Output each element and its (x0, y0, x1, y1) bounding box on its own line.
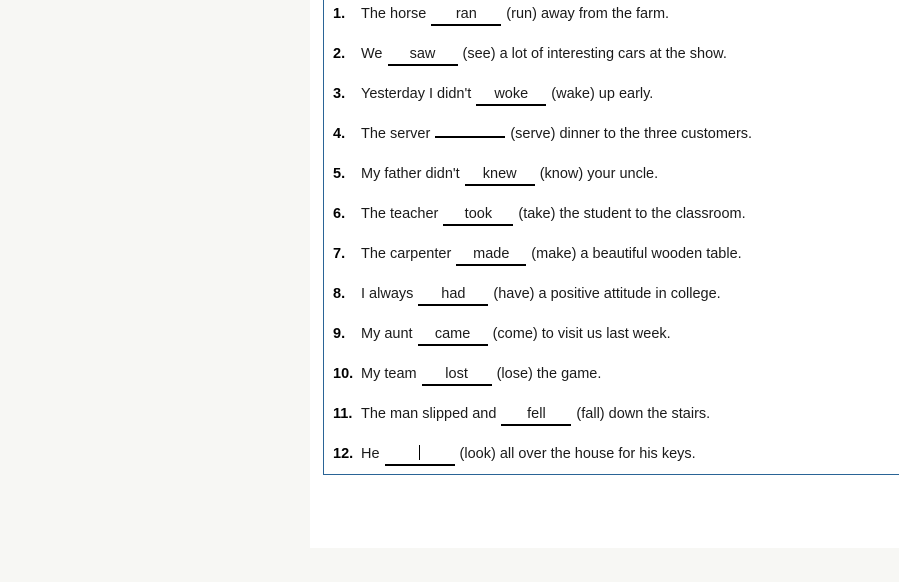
answer-blank[interactable]: fell (501, 404, 572, 426)
answer-blank-value: woke (494, 86, 529, 102)
answer-blank[interactable]: had (418, 284, 489, 306)
answer-blank[interactable]: came (417, 324, 488, 346)
sentence-suffix: (serve) dinner to the three customers. (510, 126, 753, 142)
sentence-prefix: My team (361, 366, 417, 382)
answer-blank-value: came (434, 326, 471, 342)
sentence-prefix: The teacher (361, 206, 439, 222)
sentence-suffix: (make) a beautiful wooden table. (531, 246, 742, 262)
answer-blank[interactable]: ran (431, 4, 502, 26)
sentence-suffix: (come) to visit us last week. (492, 326, 671, 342)
content-card: 1. The horse ran (run) away from the farm. 2… (310, 0, 899, 548)
answer-blank-value: had (441, 286, 466, 302)
exercise-item: 9. My aunt came (come) to visit us last wee… (324, 314, 899, 354)
answer-blank-value: knew (482, 166, 517, 182)
answer-blank-value: saw (409, 46, 436, 62)
item-number: 7. (333, 246, 346, 262)
item-number: 8. (333, 286, 346, 302)
sentence-prefix: I always (361, 286, 414, 302)
item-number: 5. (333, 166, 346, 182)
exercise-item: 11. The man slipped and fell (fall) down th… (324, 394, 899, 434)
item-number: 10. (333, 366, 354, 382)
answer-blank[interactable]: saw (387, 44, 458, 66)
item-number: 6. (333, 206, 346, 222)
item-number: 3. (333, 86, 346, 102)
exercise-item: 5. My father didn't knew (know) your uncle. (324, 154, 899, 194)
text-cursor-icon (419, 445, 421, 460)
answer-blank-value: lost (445, 366, 468, 382)
exercise-item: 4. The server (serve) dinner to the three … (324, 114, 899, 154)
sentence-suffix: (wake) up early. (551, 86, 654, 102)
answer-blank[interactable]: knew (464, 164, 535, 186)
exercise-item: 2. We saw (see) a lot of interesting cars a… (324, 34, 899, 74)
sentence-suffix: (know) your uncle. (539, 166, 659, 182)
item-number: 12. (333, 446, 354, 462)
answer-blank[interactable]: took (443, 204, 514, 226)
sentence-prefix: The man slipped and (361, 406, 497, 422)
exercise-item: 12. He (look) all over the house for his k… (324, 434, 899, 474)
answer-blank-value (385, 444, 455, 464)
sentence-suffix: (take) the student to the classroom. (518, 206, 746, 222)
exercise-item: 6. The teacher took (take) the student to t… (324, 194, 899, 234)
sentence-prefix: The horse (361, 6, 427, 22)
sentence-prefix: The carpenter (361, 246, 452, 262)
exercise-item: 1. The horse ran (run) away from the farm. (324, 0, 899, 34)
exercise-item: 7. The carpenter made (make) a beautiful wo… (324, 234, 899, 274)
answer-blank[interactable]: woke (476, 84, 547, 106)
answer-blank[interactable] (384, 444, 455, 466)
answer-blank[interactable]: made (456, 244, 527, 266)
answer-blank-value: fell (527, 406, 546, 422)
item-number: 11. (333, 406, 353, 422)
item-number: 1. (333, 6, 346, 22)
sentence-prefix: My aunt (361, 326, 413, 342)
exercise-item: 3. Yesterday I didn't woke (wake) up early. (324, 74, 899, 114)
answer-blank[interactable] (435, 116, 506, 138)
sentence-suffix: (fall) down the stairs. (576, 406, 711, 422)
answer-blank-value: took (464, 206, 493, 222)
exercise-list: 1. The horse ran (run) away from the farm. 2… (324, 0, 899, 474)
exercise-item: 10. My team lost (lose) the game. (324, 354, 899, 394)
sentence-prefix: We (361, 46, 383, 62)
exercise-panel: 1. The horse ran (run) away from the farm. 2… (323, 0, 899, 475)
answer-blank-value: made (473, 246, 510, 262)
sentence-suffix: (lose) the game. (496, 366, 602, 382)
sentence-prefix: He (361, 446, 380, 462)
answer-blank[interactable]: lost (421, 364, 492, 386)
sentence-suffix: (look) all over the house for his keys. (459, 446, 696, 462)
answer-blank-value: ran (455, 6, 477, 22)
item-number: 2. (333, 46, 346, 62)
sentence-suffix: (run) away from the farm. (506, 6, 670, 22)
sentence-suffix: (have) a positive attitude in college. (493, 286, 721, 302)
item-number: 9. (333, 326, 346, 342)
sentence-prefix: The server (361, 126, 431, 142)
exercise-item: 8. I always had (have) a positive attitude … (324, 274, 899, 314)
sentence-prefix: My father didn't (361, 166, 460, 182)
sentence-prefix: Yesterday I didn't (361, 86, 472, 102)
sentence-suffix: (see) a lot of interesting cars at the s… (462, 46, 727, 62)
item-number: 4. (333, 126, 346, 142)
